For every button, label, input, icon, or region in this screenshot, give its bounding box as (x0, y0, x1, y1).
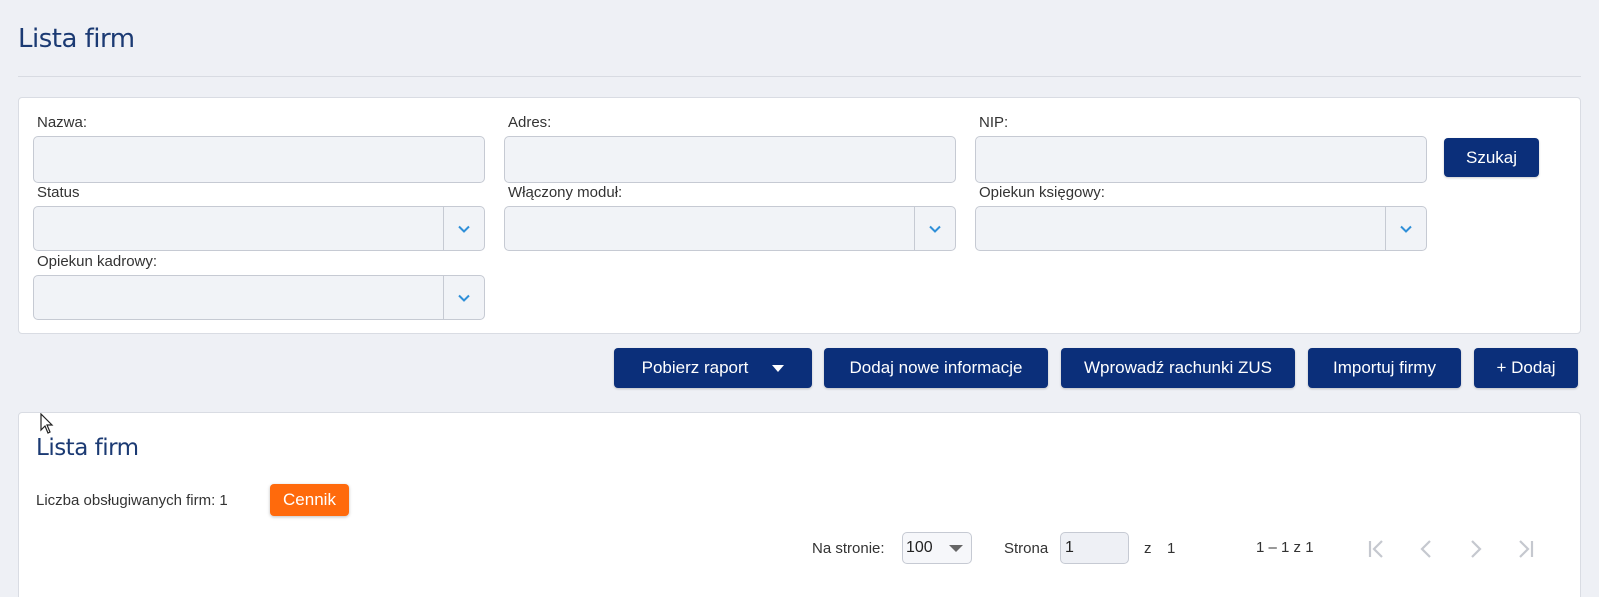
chevron-down-icon (458, 294, 470, 302)
pricing-button[interactable]: Cennik (270, 484, 349, 516)
status-select[interactable] (33, 206, 485, 251)
filter-panel: Nazwa: Adres: NIP: Szukaj Status Włączon… (18, 97, 1581, 334)
module-field-group: Włączony moduł: (504, 184, 956, 251)
address-field-group: Adres: (504, 114, 956, 183)
hr-dropdown-toggle[interactable] (443, 276, 484, 319)
add-info-button[interactable]: Dodaj nowe informacje (824, 348, 1048, 388)
list-title: Lista firm (36, 435, 139, 461)
hr-label: Opiekun kadrowy: (37, 253, 158, 270)
hr-field-group: Opiekun kadrowy: (33, 253, 485, 320)
next-page-icon[interactable] (1464, 537, 1488, 561)
name-input[interactable] (33, 136, 485, 183)
chevron-down-icon (458, 225, 470, 233)
range-text: 1 – 1 z 1 (1256, 539, 1314, 556)
nip-input[interactable] (975, 136, 1427, 183)
chevron-down-icon (1400, 225, 1412, 233)
status-dropdown-toggle[interactable] (443, 207, 484, 250)
status-label: Status (37, 184, 80, 201)
title-divider (18, 76, 1581, 77)
per-page-select[interactable]: 100 (902, 532, 972, 564)
name-field-group: Nazwa: (33, 114, 485, 183)
page-label: Strona (1004, 540, 1049, 557)
company-count: Liczba obsługiwanych firm: 1 (36, 492, 228, 509)
caret-down-icon (772, 364, 785, 372)
accountant-field-group: Opiekun księgowy: (975, 184, 1427, 251)
triangle-down-icon (949, 545, 963, 552)
per-page-value: 100 (906, 539, 933, 556)
download-report-button[interactable]: Pobierz raport (614, 348, 812, 388)
import-companies-button[interactable]: Importuj firmy (1308, 348, 1461, 388)
nip-label: NIP: (979, 114, 1009, 131)
accountant-label: Opiekun księgowy: (979, 184, 1105, 201)
mouse-cursor-icon (40, 413, 54, 434)
search-button[interactable]: Szukaj (1444, 138, 1539, 177)
company-list-panel: Lista firm Liczba obsługiwanych firm: 1 … (18, 412, 1581, 597)
total-pages: 1 (1167, 540, 1176, 557)
nip-field-group: NIP: (975, 114, 1427, 183)
page-title: Lista firm (18, 24, 135, 54)
of-label: z (1144, 540, 1152, 557)
chevron-down-icon (929, 225, 941, 233)
module-label: Włączony moduł: (508, 184, 623, 201)
accountant-select[interactable] (975, 206, 1427, 251)
first-page-icon[interactable] (1365, 537, 1389, 561)
page-number-input[interactable]: 1 (1060, 532, 1129, 564)
status-field-group: Status (33, 184, 485, 251)
per-page-label: Na stronie: (812, 540, 885, 557)
previous-page-icon[interactable] (1414, 537, 1438, 561)
enter-zus-button[interactable]: Wprowadź rachunki ZUS (1061, 348, 1295, 388)
module-select[interactable] (504, 206, 956, 251)
name-label: Nazwa: (37, 114, 88, 131)
add-button[interactable]: + Dodaj (1474, 348, 1578, 388)
download-report-label: Pobierz raport (641, 358, 749, 377)
last-page-icon[interactable] (1513, 537, 1537, 561)
module-dropdown-toggle[interactable] (914, 207, 955, 250)
address-label: Adres: (508, 114, 552, 131)
hr-select[interactable] (33, 275, 485, 320)
address-input[interactable] (504, 136, 956, 183)
accountant-dropdown-toggle[interactable] (1385, 207, 1426, 250)
